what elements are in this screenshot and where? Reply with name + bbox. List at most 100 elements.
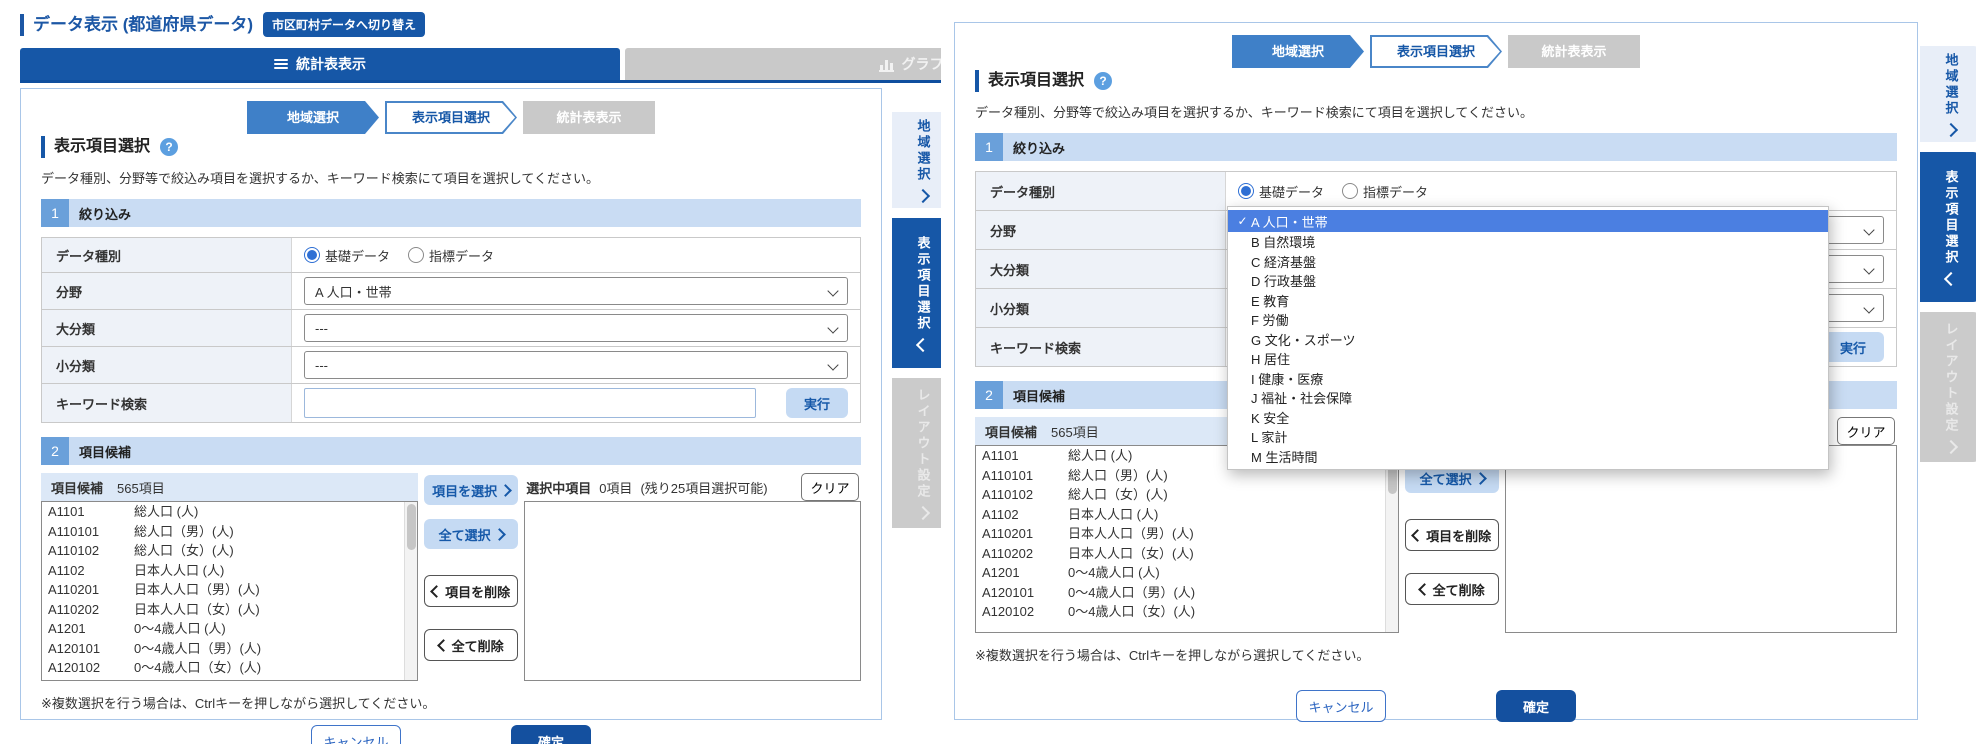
step-item-select[interactable]: 表示項目選択 (1370, 35, 1502, 68)
select-all-button[interactable]: 全て選択 (424, 519, 518, 549)
candidates-list[interactable]: A1101 総人口 (人) A110101 総人口（男）(人) A110102 (975, 445, 1399, 633)
item-code: A110202 (982, 544, 1068, 564)
list-item[interactable]: A120101 0～4歳人口（男）(人) (976, 583, 1398, 603)
minor-class-label: 小分類 (976, 289, 1226, 327)
remove-all-button[interactable]: 全て削除 (424, 629, 518, 661)
chevron-icon (916, 506, 930, 520)
item-name: 日本人人口 (人) (134, 561, 224, 581)
list-item[interactable]: A110201 日本人人口（男）(人) (976, 524, 1398, 544)
item-code: A120102 (982, 602, 1068, 622)
dropdown-option[interactable]: H 居住 (1228, 349, 1828, 369)
list-item[interactable]: A1101 総人口 (人) (42, 502, 417, 522)
list-item[interactable]: A120102 0～4歳人口（女）(人) (42, 658, 417, 678)
dropdown-option[interactable]: E 教育 (1228, 291, 1828, 311)
item-name: 日本人人口（男）(人) (134, 580, 260, 600)
list-scrollbar[interactable] (404, 502, 417, 680)
select-item-button[interactable]: 項目を選択 (424, 475, 518, 505)
tab-statistics-table[interactable]: 統計表表示 (20, 48, 620, 80)
chevron-right-icon (493, 528, 506, 541)
side-tab[interactable]: 地域選択 (892, 112, 941, 208)
list-item[interactable]: A1201 0～4歳人口 (人) (42, 619, 417, 639)
radio-basic-data[interactable]: 基礎データ (1238, 182, 1324, 201)
list-item[interactable]: A110202 日本人人口（女）(人) (976, 544, 1398, 564)
list-item[interactable]: A110101 総人口（男）(人) (42, 522, 417, 542)
remove-item-button[interactable]: 項目を削除 (424, 575, 518, 607)
side-tab[interactable]: 地域選択 (1920, 46, 1976, 142)
tab-label: グラフ表示 (902, 54, 942, 74)
minor-class-select[interactable]: --- (304, 351, 848, 379)
side-tab[interactable]: 表示項目選択 (1920, 152, 1976, 302)
form-row-major: 大分類 --- (42, 310, 860, 347)
keyword-input[interactable] (304, 388, 756, 418)
select-value: --- (315, 358, 328, 373)
cancel-button[interactable]: キャンセル (311, 725, 401, 744)
cancel-button[interactable]: キャンセル (1296, 690, 1386, 722)
remove-all-button[interactable]: 全て削除 (1405, 573, 1499, 605)
dropdown-option[interactable]: K 安全 (1228, 408, 1828, 428)
list-item[interactable]: A1201 0～4歳人口 (人) (976, 563, 1398, 583)
list-icon (274, 59, 288, 69)
multi-select-note: ※複数選択を行う場合は、Ctrlキーを押しながら選択してください。 (975, 645, 1897, 664)
dropdown-option[interactable]: M 生活時間 (1228, 447, 1828, 467)
confirm-button[interactable]: 確定 (511, 725, 591, 744)
clear-button[interactable]: クリア (801, 473, 859, 501)
dropdown-option[interactable]: B 自然環境 (1228, 232, 1828, 252)
remove-item-button[interactable]: 項目を削除 (1405, 519, 1499, 551)
dropdown-option[interactable]: F 労働 (1228, 310, 1828, 330)
side-tab-label: レイアウト設定 (1942, 322, 1961, 434)
dropdown-option[interactable]: J 福祉・社会保障 (1228, 388, 1828, 408)
selected-list[interactable] (524, 501, 861, 681)
dropdown-option[interactable]: G 文化・スポーツ (1228, 330, 1828, 350)
selected-remaining: (残り25項目選択可能) (640, 478, 767, 497)
tab-graph[interactable]: グラフ表示 (625, 48, 941, 80)
dropdown-option[interactable]: I 健康・医療 (1228, 369, 1828, 389)
list-item[interactable]: A110201 日本人人口（男）(人) (42, 580, 417, 600)
minor-class-label: 小分類 (42, 347, 292, 383)
radio-basic-data[interactable]: 基礎データ (304, 246, 390, 265)
dropdown-option[interactable]: D 行政基盤 (1228, 271, 1828, 291)
selected-list[interactable] (1505, 445, 1897, 633)
major-class-select[interactable]: --- (304, 314, 848, 342)
item-code: A110101 (48, 522, 134, 542)
candidates-list[interactable]: A1101 総人口 (人) A110101 総人口（男）(人) A110102 (41, 501, 418, 681)
clear-button[interactable]: クリア (1837, 417, 1895, 445)
list-scrollbar[interactable] (1385, 446, 1398, 632)
item-name: 0～4歳人口（女）(人) (134, 658, 261, 678)
side-tab-label: 地域選択 (1942, 53, 1961, 117)
scrollbar-thumb[interactable] (407, 504, 416, 550)
list-item[interactable]: A1102 日本人人口 (人) (42, 561, 417, 581)
list-item[interactable]: A110202 日本人人口（女）(人) (42, 600, 417, 620)
candidates-count: 565項目 (1051, 422, 1099, 441)
radio-indicator-data[interactable]: 指標データ (1342, 182, 1428, 201)
help-icon[interactable]: ? (160, 138, 178, 156)
candidates-title: 項目候補 (51, 478, 103, 497)
dropdown-option[interactable]: C 経済基盤 (1228, 252, 1828, 272)
side-tab[interactable]: レイアウト設定 (892, 378, 941, 528)
execute-button[interactable]: 実行 (786, 388, 848, 418)
list-item[interactable]: A120101 0～4歳人口（男）(人) (42, 639, 417, 659)
radio-selected-icon (1238, 183, 1254, 199)
confirm-button[interactable]: 確定 (1496, 690, 1576, 722)
side-tab[interactable]: 表示項目選択 (892, 218, 941, 368)
filter-form: データ種別 基礎データ 指標データ 分野 A 人口・世帯 大分類 --- (41, 237, 861, 423)
list-item[interactable]: A1102 日本人人口 (人) (976, 505, 1398, 525)
category-label: 分野 (42, 273, 292, 309)
chevron-down-icon (1863, 263, 1874, 274)
execute-button[interactable]: 実行 (1822, 332, 1884, 362)
list-item[interactable]: A110102 総人口（女）(人) (42, 541, 417, 561)
category-select[interactable]: A 人口・世帯 (304, 277, 848, 305)
section-number: 1 (975, 133, 1003, 161)
option-label: F 労働 (1251, 310, 1289, 329)
section-title: 絞り込み (69, 204, 131, 223)
radio-indicator-data[interactable]: 指標データ (408, 246, 494, 265)
side-tab[interactable]: レイアウト設定 (1920, 312, 1976, 462)
step-region-select[interactable]: 地域選択 (1232, 35, 1364, 68)
dropdown-option[interactable]: ✓ A 人口・世帯 (1228, 210, 1828, 232)
step-item-select[interactable]: 表示項目選択 (385, 101, 517, 134)
help-icon[interactable]: ? (1094, 72, 1112, 90)
list-item[interactable]: A120102 0～4歳人口（女）(人) (976, 602, 1398, 622)
step-region-select[interactable]: 地域選択 (247, 101, 379, 134)
dropdown-option[interactable]: L 家計 (1228, 427, 1828, 447)
municipal-switch-button[interactable]: 市区町村データへ切り替え (263, 12, 425, 37)
list-item[interactable]: A110102 総人口（女）(人) (976, 485, 1398, 505)
